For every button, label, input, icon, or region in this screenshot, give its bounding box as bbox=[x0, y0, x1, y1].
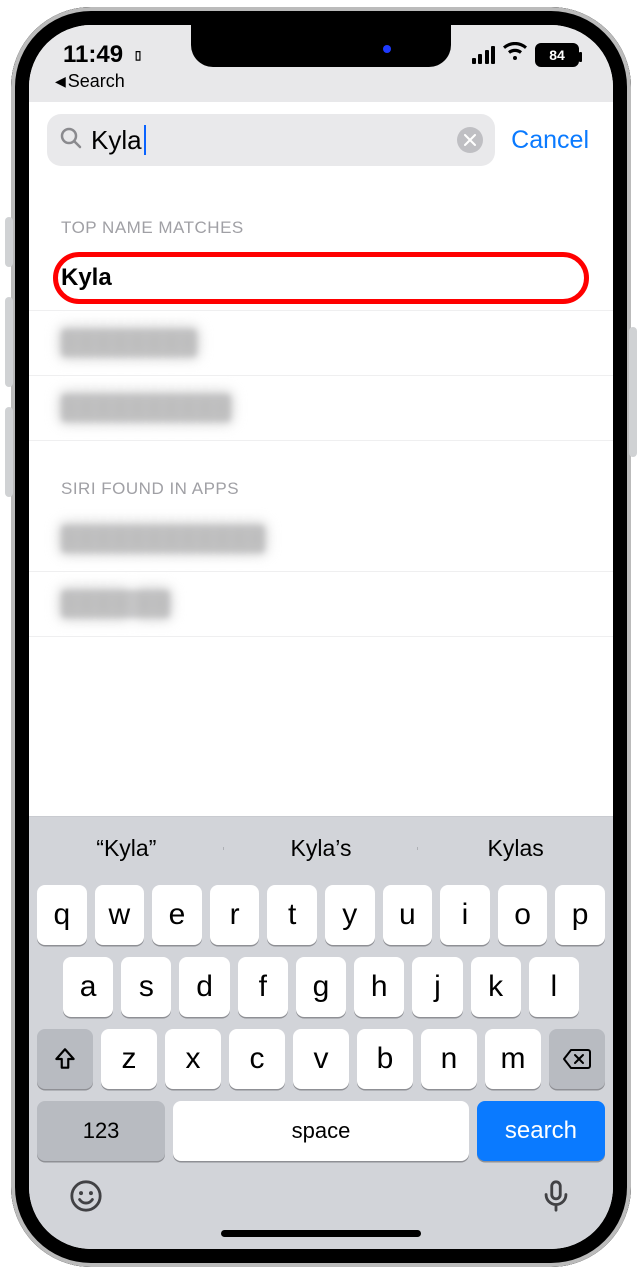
siri-result[interactable]: ████████████ bbox=[29, 507, 613, 572]
cancel-button[interactable]: Cancel bbox=[505, 126, 595, 155]
keyboard: “Kyla” Kyla’s Kylas q w e r t y u i o p … bbox=[29, 816, 613, 1249]
key-c[interactable]: c bbox=[229, 1029, 285, 1089]
battery-icon: 84 bbox=[535, 43, 579, 67]
key-p[interactable]: p bbox=[555, 885, 605, 945]
key-i[interactable]: i bbox=[440, 885, 490, 945]
screen: 11:49 ▯ 84 ◀ Search bbox=[29, 25, 613, 1249]
contact-result-kyla[interactable]: Kyla bbox=[29, 246, 613, 311]
keyboard-suggestions: “Kyla” Kyla’s Kylas bbox=[29, 817, 613, 879]
key-d[interactable]: d bbox=[179, 957, 229, 1017]
text-caret bbox=[144, 125, 146, 155]
key-u[interactable]: u bbox=[383, 885, 433, 945]
key-g[interactable]: g bbox=[296, 957, 346, 1017]
clear-search-button[interactable] bbox=[457, 127, 483, 153]
key-l[interactable]: l bbox=[529, 957, 579, 1017]
key-x[interactable]: x bbox=[165, 1029, 221, 1089]
volume-down-button bbox=[5, 407, 13, 497]
contact-result[interactable]: ██████████ bbox=[29, 376, 613, 441]
section-header-siri: SIRI FOUND IN APPS bbox=[29, 441, 613, 507]
key-y[interactable]: y bbox=[325, 885, 375, 945]
notch bbox=[191, 25, 451, 67]
key-b[interactable]: b bbox=[357, 1029, 413, 1089]
key-a[interactable]: a bbox=[63, 957, 113, 1017]
search-header: Kyla Cancel bbox=[29, 102, 613, 180]
search-results: TOP NAME MATCHES Kyla ████████ █████████… bbox=[29, 180, 613, 816]
shift-key[interactable] bbox=[37, 1029, 93, 1089]
key-s[interactable]: s bbox=[121, 957, 171, 1017]
volume-up-button bbox=[5, 297, 13, 387]
key-z[interactable]: z bbox=[101, 1029, 157, 1089]
key-o[interactable]: o bbox=[498, 885, 548, 945]
key-v[interactable]: v bbox=[293, 1029, 349, 1089]
portrait-lock-icon: ▯ bbox=[129, 46, 147, 64]
power-button bbox=[629, 327, 637, 457]
suggestion-1[interactable]: Kyla’s bbox=[224, 835, 419, 862]
emoji-key[interactable] bbox=[69, 1179, 103, 1218]
key-q[interactable]: q bbox=[37, 885, 87, 945]
key-e[interactable]: e bbox=[152, 885, 202, 945]
backspace-key[interactable] bbox=[549, 1029, 605, 1089]
space-key[interactable]: space bbox=[173, 1101, 469, 1161]
back-chevron-icon: ◀ bbox=[55, 73, 66, 90]
search-icon bbox=[59, 126, 83, 155]
wifi-icon bbox=[503, 41, 527, 69]
cell-signal-icon bbox=[472, 46, 496, 64]
contact-result[interactable]: ████████ bbox=[29, 311, 613, 376]
key-w[interactable]: w bbox=[95, 885, 145, 945]
numbers-key[interactable]: 123 bbox=[37, 1101, 165, 1161]
phone-frame: 11:49 ▯ 84 ◀ Search bbox=[11, 7, 631, 1267]
key-f[interactable]: f bbox=[238, 957, 288, 1017]
key-m[interactable]: m bbox=[485, 1029, 541, 1089]
dictation-key[interactable] bbox=[539, 1179, 573, 1218]
mute-switch bbox=[5, 217, 13, 267]
key-h[interactable]: h bbox=[354, 957, 404, 1017]
key-r[interactable]: r bbox=[210, 885, 260, 945]
key-n[interactable]: n bbox=[421, 1029, 477, 1089]
key-k[interactable]: k bbox=[471, 957, 521, 1017]
search-key[interactable]: search bbox=[477, 1101, 605, 1161]
key-j[interactable]: j bbox=[412, 957, 462, 1017]
status-time: 11:49 bbox=[63, 41, 123, 69]
siri-result[interactable]: ████ ██ bbox=[29, 572, 613, 637]
section-header-matches: TOP NAME MATCHES bbox=[29, 180, 613, 246]
suggestion-2[interactable]: Kylas bbox=[418, 835, 613, 862]
back-label: Search bbox=[68, 71, 125, 92]
back-to-search[interactable]: ◀ Search bbox=[29, 69, 613, 102]
suggestion-0[interactable]: “Kyla” bbox=[29, 835, 224, 862]
search-query-text: Kyla bbox=[91, 125, 146, 156]
home-indicator[interactable] bbox=[221, 1230, 421, 1237]
search-input[interactable]: Kyla bbox=[47, 114, 495, 166]
key-t[interactable]: t bbox=[267, 885, 317, 945]
